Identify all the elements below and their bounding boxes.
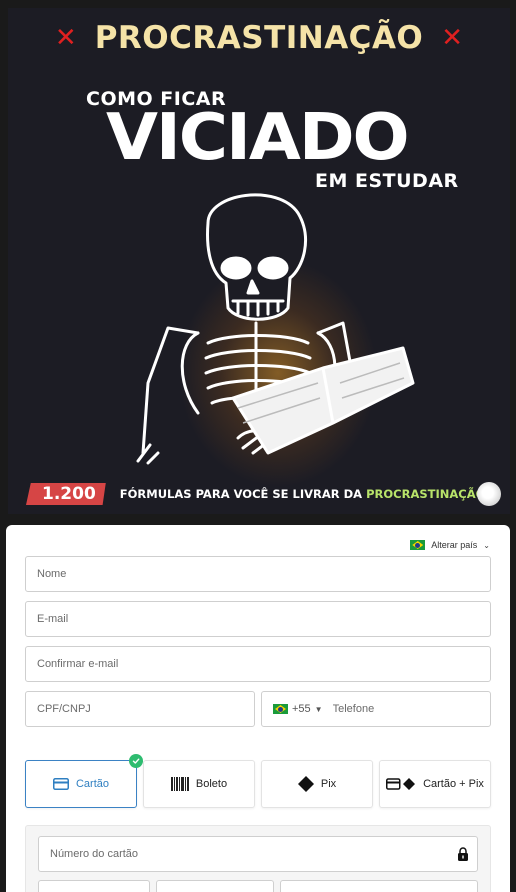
name-field[interactable] — [25, 556, 491, 592]
checkout-form-card: Alterar país ⌄ +55 ▼ Cartão — [6, 525, 510, 892]
payment-method-label: Cartão + Pix — [423, 778, 484, 790]
chevron-down-icon: ⌄ — [483, 540, 490, 550]
payment-method-label: Cartão — [75, 778, 110, 790]
country-code-selector[interactable]: +55 ▼ — [262, 703, 323, 715]
email-field[interactable] — [25, 601, 491, 637]
card-cvv-field[interactable] — [156, 880, 274, 892]
count-badge: 1.200 — [26, 483, 106, 505]
skeleton-reading-illustration — [136, 193, 415, 465]
confirm-email-input[interactable] — [26, 647, 490, 681]
document-field[interactable] — [25, 691, 255, 727]
payment-method-pix[interactable]: Pix — [261, 760, 373, 808]
x-mark-icon-left: ✕ — [54, 23, 77, 53]
document-input[interactable] — [26, 692, 254, 726]
card-expiry-field[interactable] — [38, 880, 150, 892]
phone-field[interactable]: +55 ▼ — [261, 691, 491, 727]
bubble-icon — [477, 482, 501, 506]
change-country-button[interactable]: Alterar país ⌄ — [410, 540, 490, 550]
email-input[interactable] — [26, 602, 490, 636]
banner-footer: 1.200 FÓRMULAS PARA VOCÊ SE LIVRAR DA PR… — [26, 482, 510, 506]
dial-code: +55 — [292, 703, 311, 715]
barcode-icon — [170, 777, 189, 791]
footer-text-main: FÓRMULAS PARA VOCÊ SE LIVRAR DA — [119, 487, 367, 501]
confirm-email-field[interactable] — [25, 646, 491, 682]
lock-icon — [458, 847, 468, 861]
payment-method-label: Boleto — [195, 778, 228, 790]
banner-brand-title: PROCRASTINAÇÃO — [94, 20, 424, 56]
payment-method-label: Pix — [320, 778, 337, 790]
card-number-field[interactable] — [38, 836, 478, 872]
card-number-input[interactable] — [39, 837, 477, 871]
payment-method-card[interactable]: Cartão — [25, 754, 143, 808]
headline-big: VICIADO — [106, 101, 410, 175]
payment-method-boleto[interactable]: Boleto — [143, 760, 255, 808]
brazil-flag-icon — [410, 540, 426, 550]
payment-method-card-pix[interactable]: Cartão + Pix — [379, 760, 491, 808]
footer-text: FÓRMULAS PARA VOCÊ SE LIVRAR DA PROCRAST… — [120, 487, 486, 501]
caret-down-icon: ▼ — [314, 704, 323, 714]
change-country-label: Alterar país — [431, 540, 478, 550]
card-pix-icon — [386, 778, 416, 790]
x-mark-icon-right: ✕ — [441, 23, 464, 53]
phone-input[interactable] — [322, 692, 490, 726]
brazil-flag-icon — [273, 704, 288, 714]
card-installments-field[interactable] — [280, 880, 478, 892]
card-details-panel — [25, 825, 491, 892]
name-input[interactable] — [26, 557, 490, 591]
footer-text-accent: PROCRASTINAÇÃO — [366, 487, 486, 501]
product-banner: ✕ PROCRASTINAÇÃO ✕ COMO FICAR VICIADO EM… — [8, 8, 510, 514]
banner-title-row: ✕ PROCRASTINAÇÃO ✕ — [8, 16, 510, 60]
credit-card-icon — [52, 778, 69, 790]
pix-icon — [297, 776, 314, 792]
check-icon — [129, 754, 143, 768]
